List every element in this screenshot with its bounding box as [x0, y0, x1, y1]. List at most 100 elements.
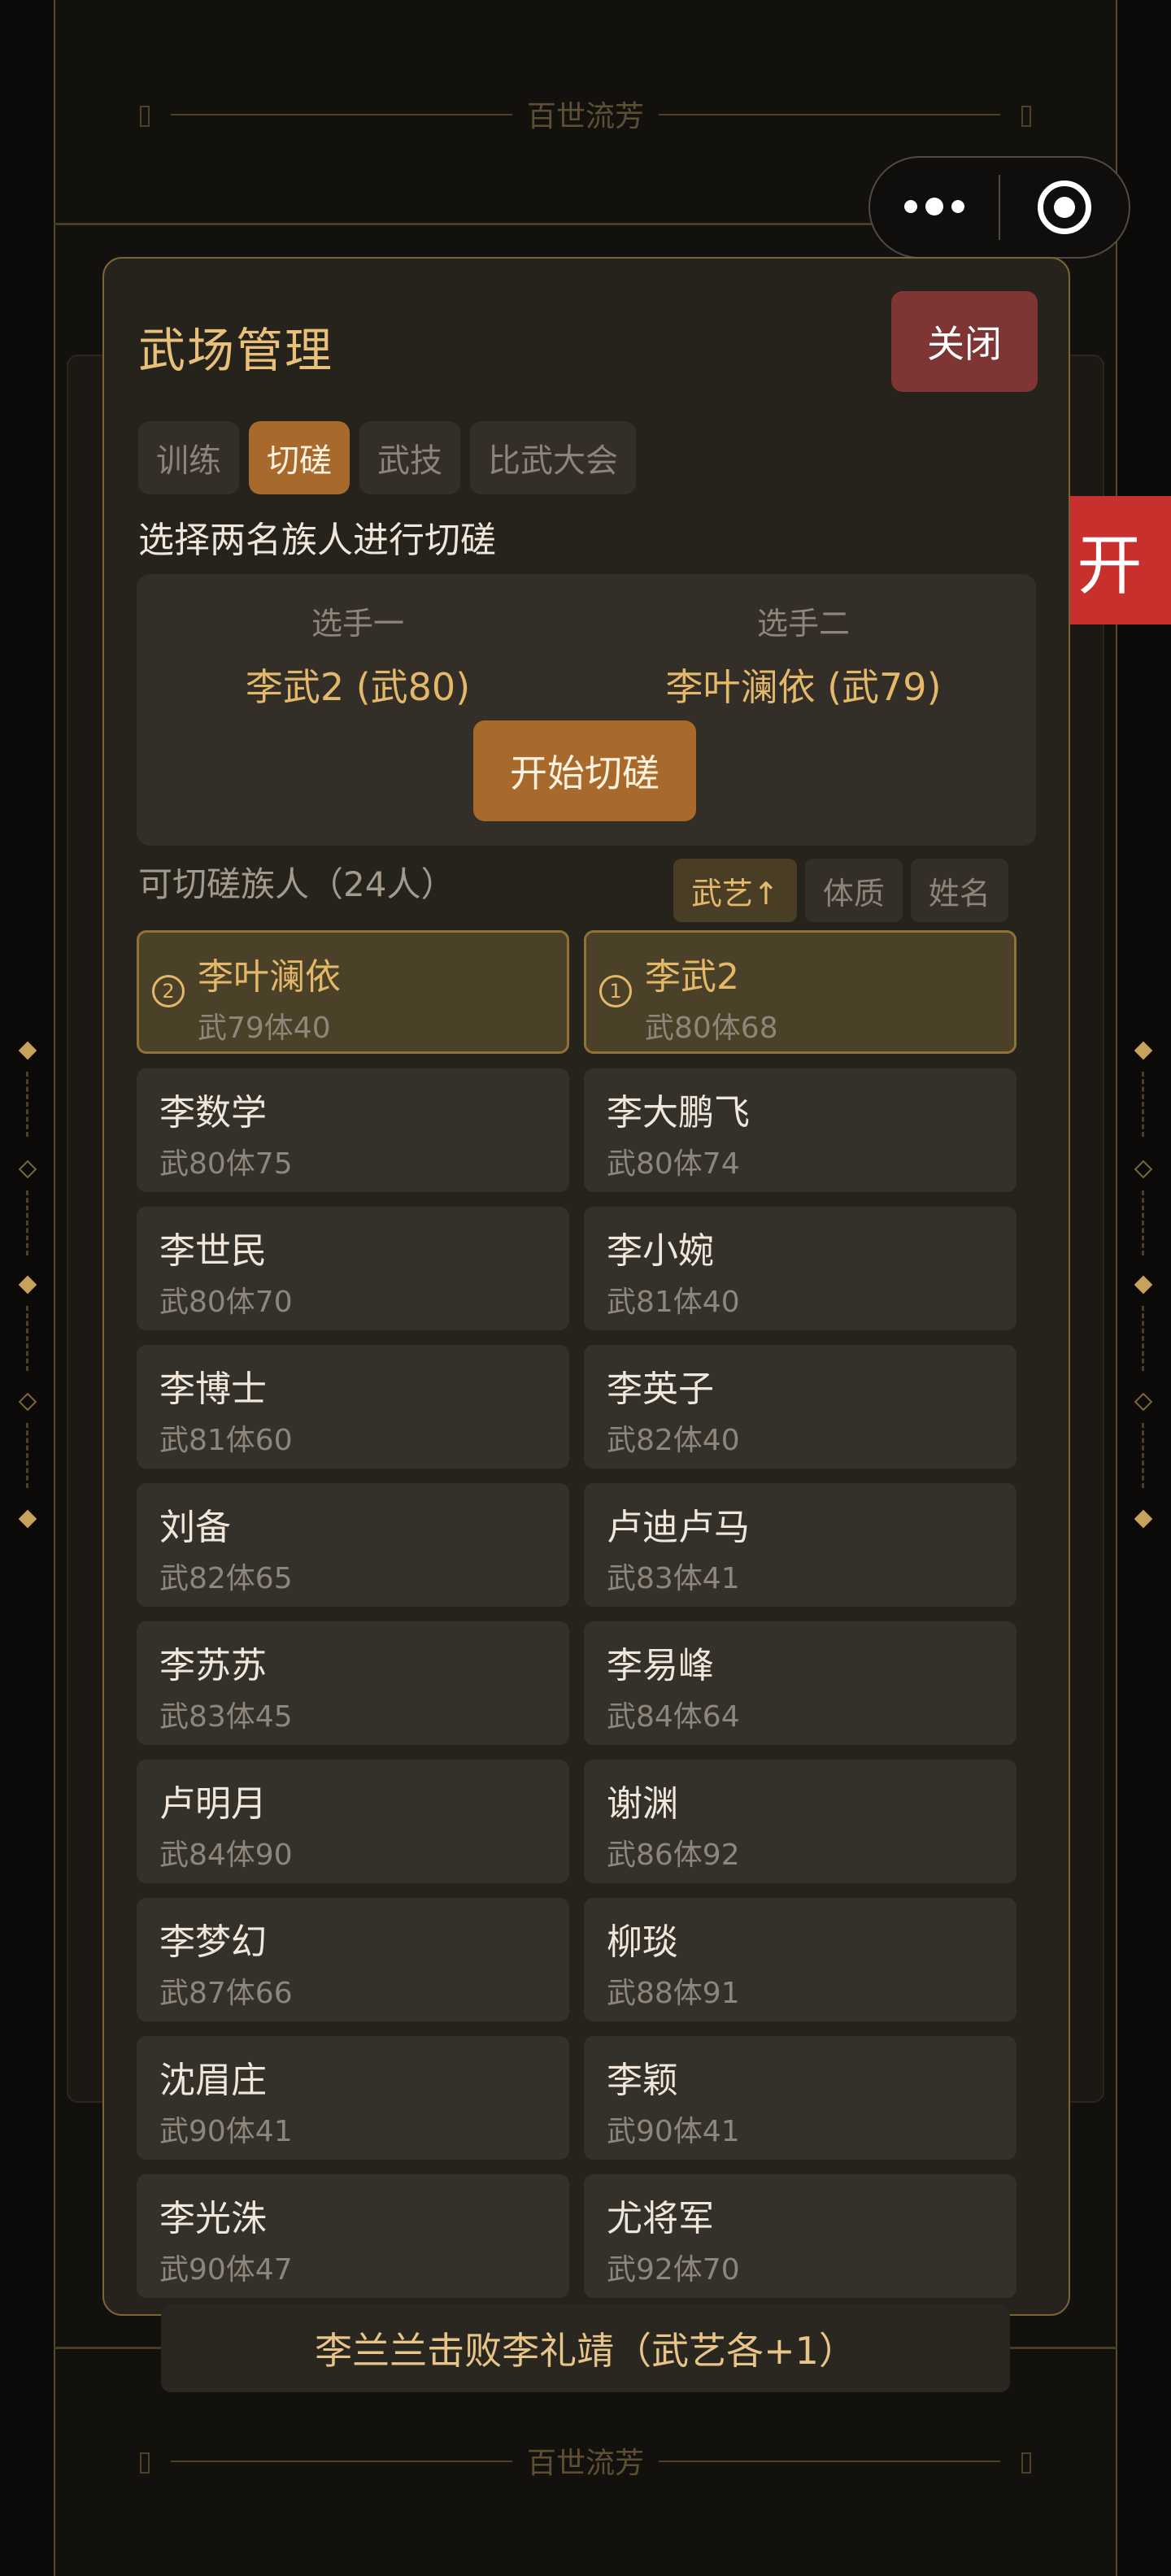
sort-constitution-button[interactable]: 体质: [804, 859, 903, 922]
tab-training[interactable]: 训练: [138, 421, 239, 494]
player-one-slot[interactable]: 选手一 李武2 (武80): [155, 598, 561, 711]
member-card[interactable]: 谢渊武86体92: [584, 1760, 1016, 1883]
member-name: 李苏苏: [159, 1645, 267, 1686]
result-toast: 李兰兰击败李礼靖（武艺各+1）: [161, 2304, 1010, 2392]
member-stats: 武83体45: [159, 1700, 293, 1734]
member-name: 尤将军: [607, 2198, 714, 2239]
footer-title: 百世流芳: [0, 2439, 1171, 2482]
right-ornament-diamond-icon: [1134, 1509, 1153, 1529]
member-card[interactable]: 李世民 武80体70: [137, 1207, 569, 1330]
member-card[interactable]: 卢迪卢马武83体41: [584, 1483, 1016, 1607]
member-card[interactable]: 尤将军 武92体70: [584, 2174, 1016, 2298]
right-ornament-dash: [1142, 1423, 1144, 1488]
member-stats: 武90体41: [607, 2115, 740, 2148]
member-stats: 武86体92: [607, 1838, 740, 1872]
member-card[interactable]: 柳琰武88体91: [584, 1898, 1016, 2021]
member-card[interactable]: 李苏苏武83体45: [137, 1621, 569, 1745]
left-ornament-dash: [26, 1190, 28, 1255]
selection-order-badge: 2: [152, 975, 185, 1007]
left-ornament-diamond-icon: [18, 1275, 37, 1295]
player-two-label: 选手二: [756, 606, 850, 642]
member-card[interactable]: 李英子武82体40: [584, 1345, 1016, 1469]
more-menu-icon[interactable]: [870, 197, 999, 215]
tab-tournament[interactable]: 比武大会: [470, 421, 636, 494]
member-name: 柳琰: [607, 1921, 678, 1963]
miniprogram-capsule: [868, 156, 1130, 259]
left-ornament-diamond-icon: [18, 1160, 37, 1179]
member-name: 卢迪卢马: [607, 1507, 750, 1548]
member-card[interactable]: 李数学武80体75: [137, 1068, 569, 1192]
member-stats: 武80体68: [645, 1012, 778, 1045]
member-stats: 武82体40: [607, 1424, 740, 1457]
player-two-name: 李叶澜依 (武79): [665, 665, 942, 709]
right-ornament-diamond-icon: [1134, 1275, 1153, 1295]
member-card[interactable]: 李大鹏飞武80体74: [584, 1068, 1016, 1192]
member-card[interactable]: 沈眉庄武90体41: [137, 2036, 569, 2160]
member-name: 李梦幻: [159, 1921, 267, 1963]
member-card[interactable]: 刘备武82体65: [137, 1483, 569, 1607]
sort-martial-button[interactable]: 武艺↑: [673, 859, 797, 922]
member-card[interactable]: 李小婉武81体40: [584, 1207, 1016, 1330]
modal-title: 武场管理: [138, 323, 334, 378]
right-ornament-diamond-icon: [1134, 1160, 1153, 1179]
member-stats: 武80体74: [607, 1147, 740, 1181]
member-stats: 武88体91: [607, 1977, 740, 2010]
tab-martial-skills[interactable]: 武技: [359, 421, 460, 494]
member-stats: 武87体66: [159, 1977, 293, 2010]
right-ornament-dash: [1142, 1190, 1144, 1255]
sort-name-button[interactable]: 姓名: [910, 859, 1008, 922]
member-name: 李大鹏飞: [607, 1092, 750, 1134]
member-stats: 武84体64: [607, 1700, 740, 1734]
member-name: 李易峰: [607, 1645, 714, 1686]
right-ornament-diamond-icon: [1134, 1041, 1153, 1060]
member-card[interactable]: 卢明月武84体90: [137, 1760, 569, 1883]
member-name: 李英子: [607, 1368, 714, 1410]
left-ornament-dash: [26, 1306, 28, 1371]
member-name: 李博士: [159, 1368, 267, 1410]
selection-order-badge: 1: [599, 975, 632, 1007]
member-name: 谢渊: [607, 1783, 678, 1825]
member-name: 李光洙: [159, 2198, 267, 2239]
member-stats: 武82体65: [159, 1562, 293, 1595]
right-ornament-dash: [1142, 1072, 1144, 1137]
tab-bar: 训练 切磋 武技 比武大会: [138, 421, 636, 494]
page-title: 百世流芳: [0, 93, 1171, 135]
member-card[interactable]: 李梦幻武87体66: [137, 1898, 569, 2021]
member-stats: 武83体41: [607, 1562, 740, 1595]
left-ornament-diamond-icon: [18, 1041, 37, 1060]
instruction-text: 选择两名族人进行切磋: [138, 520, 496, 561]
member-card[interactable]: 李光洙 武90体47: [137, 2174, 569, 2298]
member-name: 李小婉: [607, 1230, 714, 1272]
right-ornament-diamond-icon: [1134, 1392, 1153, 1412]
member-name: 刘备: [159, 1507, 231, 1548]
member-name: 卢明月: [159, 1783, 267, 1825]
left-ornament-diamond-icon: [18, 1392, 37, 1412]
member-stats: 武80体70: [159, 1286, 293, 1319]
member-stats: 武79体40: [198, 1012, 331, 1045]
member-stats: 武80体75: [159, 1147, 293, 1181]
member-card[interactable]: 李易峰武84体64: [584, 1621, 1016, 1745]
member-card[interactable]: 李颖 武90体41: [584, 2036, 1016, 2160]
member-name: 李武2: [645, 956, 739, 998]
member-name: 沈眉庄: [159, 2060, 267, 2101]
close-button[interactable]: 关闭: [891, 291, 1038, 392]
left-ornament-diamond-icon: [18, 1509, 37, 1529]
player-two-slot[interactable]: 选手二 李叶澜依 (武79): [600, 598, 1007, 711]
player-one-label: 选手一: [311, 606, 404, 642]
member-stats: 武90体41: [159, 2115, 293, 2148]
start-sparring-button[interactable]: 开始切磋: [473, 720, 696, 821]
left-ornament-dash: [26, 1072, 28, 1137]
arena-modal: 武场管理 关闭 训练 切磋 武技 比武大会 选择两名族人进行切磋 选手一 李武2…: [102, 257, 1070, 2316]
left-ornament-dash: [26, 1423, 28, 1488]
member-name: 李叶澜依: [198, 956, 341, 998]
member-card[interactable]: 1 李武2 武80体68: [584, 930, 1016, 1054]
member-card[interactable]: 李博士 武81体60: [137, 1345, 569, 1469]
member-name: 李数学: [159, 1092, 267, 1134]
exit-miniprogram-icon[interactable]: [1000, 181, 1129, 234]
member-stats: 武84体90: [159, 1838, 293, 1872]
tab-sparring[interactable]: 切磋: [249, 421, 350, 494]
right-ornament-dash: [1142, 1306, 1144, 1371]
member-stats: 武81体40: [607, 1286, 740, 1319]
member-card[interactable]: 2 李叶澜依武79体40: [137, 930, 569, 1054]
matchup-panel: 选手一 李武2 (武80) 选手二 李叶澜依 (武79) 开始切磋: [137, 574, 1036, 846]
